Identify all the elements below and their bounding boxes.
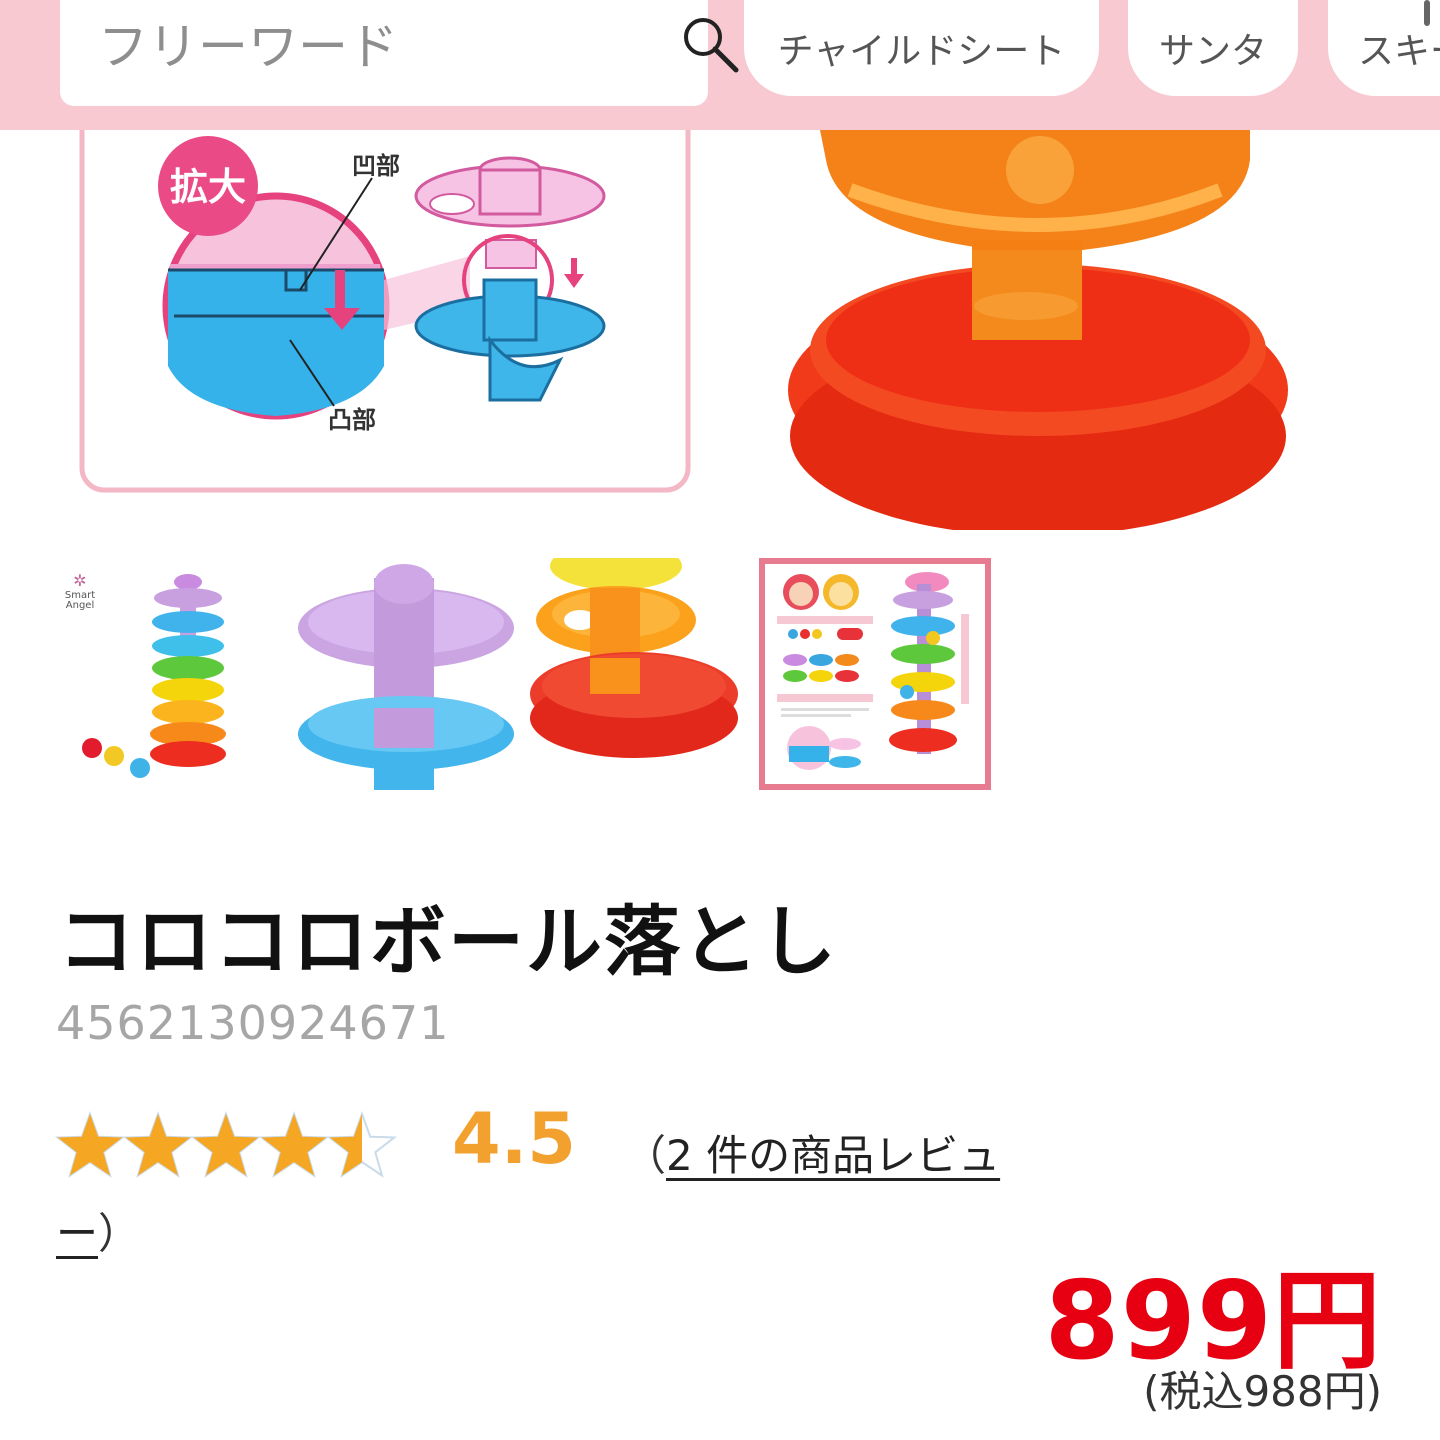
- thumbnail-strip: ✲ Smart Angel: [56, 558, 996, 798]
- search-icon[interactable]: [678, 12, 742, 76]
- star-fill-3: [193, 1114, 259, 1176]
- brand-star-icon: ✲: [73, 571, 86, 590]
- thumbnail-1[interactable]: ✲ Smart Angel: [56, 558, 288, 790]
- recess-label: 凹部: [352, 152, 400, 180]
- review-count-link[interactable]: 2 件の商品レビュ: [666, 1131, 1000, 1180]
- brand-logo-line-2: Angel: [66, 600, 94, 611]
- product-main-image[interactable]: 拡大 凹部 凸部: [0, 130, 1440, 530]
- search-box[interactable]: [60, 0, 739, 106]
- header-bar: チャイルドシート サンタ スキー: [0, 0, 1440, 130]
- product-jan-code: 4562130924671: [56, 996, 450, 1050]
- star-fill-4: [261, 1114, 327, 1176]
- review-close-paren: ）: [98, 1209, 141, 1258]
- star-fill-1: [57, 1114, 123, 1176]
- product-price-tax-included: (税込988円): [1143, 1367, 1382, 1416]
- thumbnail-4-selected[interactable]: [759, 558, 991, 790]
- keyword-chip-child-seat[interactable]: チャイルドシート: [744, 0, 1099, 96]
- zoom-badge-label: 拡大: [170, 165, 246, 209]
- scroll-indicator: [1424, 0, 1430, 26]
- review-link-line-1: （2 件の商品レビュ: [624, 1122, 1000, 1183]
- thumbnail-3[interactable]: [530, 558, 762, 790]
- protrusion-label: 凸部: [328, 406, 376, 434]
- rating-stars: [54, 1111, 398, 1178]
- review-open-paren: （: [624, 1131, 667, 1180]
- review-link-line-2: ー）: [56, 1200, 140, 1261]
- search-input[interactable]: [98, 14, 638, 80]
- keyword-chip-santa[interactable]: サンタ: [1128, 0, 1298, 96]
- thumbnail-2[interactable]: [294, 558, 526, 790]
- rating-score: 4.5: [452, 1098, 577, 1180]
- product-title: コロコロボール落とし: [58, 897, 838, 986]
- review-count-link-continued[interactable]: ー: [56, 1209, 98, 1258]
- star-fill-2: [125, 1114, 191, 1176]
